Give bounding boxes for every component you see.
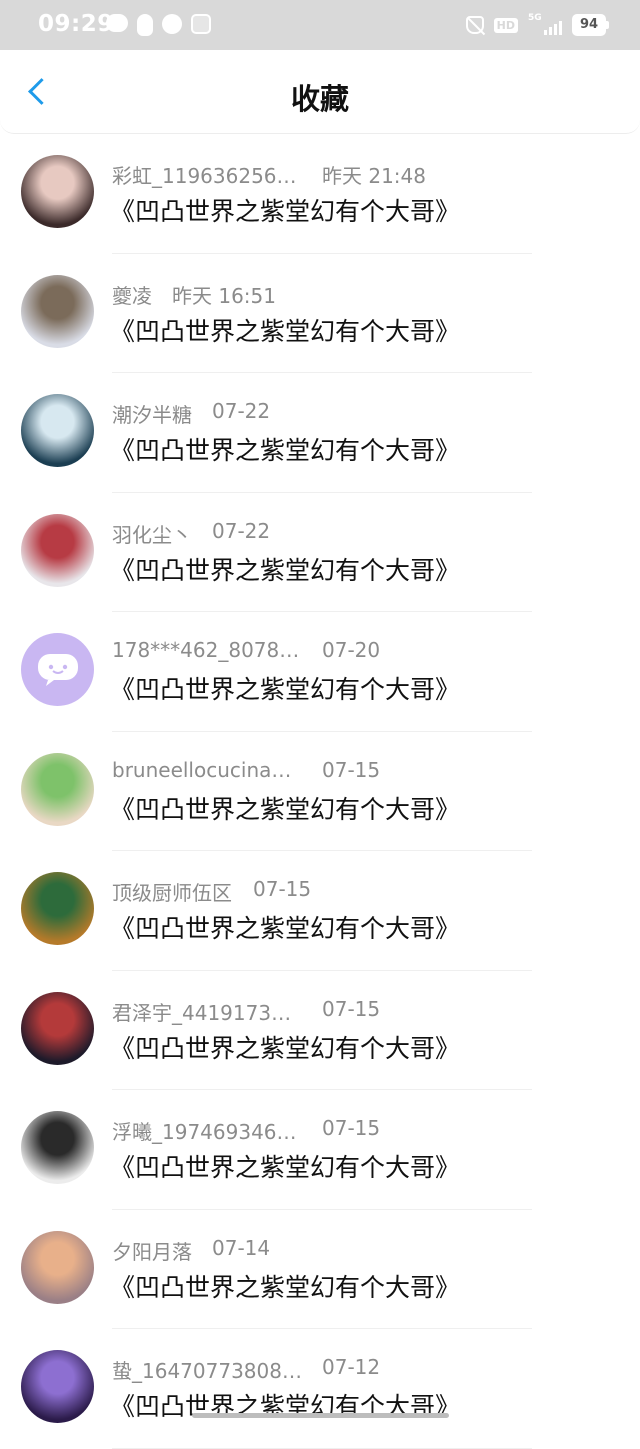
avatar[interactable] [21, 1230, 94, 1304]
avatar[interactable] [21, 513, 94, 587]
avatar[interactable] [21, 752, 94, 826]
item-meta: 夕阳月落 07-14 [112, 1235, 632, 1265]
item-title[interactable]: 《凹凸世界之紫堂幻有个大哥》 [110, 1148, 460, 1184]
item-meta: 夔凌 昨天 16:51 [112, 280, 632, 309]
item-meta: 顶级厨师伍区 07-15 [112, 877, 632, 906]
page-title: 收藏 [290, 82, 349, 116]
list-item[interactable]: 潮汐半糖 07-22 《凹凸世界之紫堂幻有个大哥》 [0, 373, 640, 493]
status-right: HD 5G 94 [465, 13, 609, 36]
qq-icon [137, 14, 153, 36]
item-meta: 178***462_8078… 07-20 [112, 638, 632, 664]
item-title[interactable]: 《凹凸世界之紫堂幻有个大哥》 [110, 1029, 460, 1065]
list-item[interactable]: 浮曦_197469346… 07-15 《凹凸世界之紫堂幻有个大哥》 [0, 1090, 640, 1210]
list-item[interactable]: 君泽宇_4419173… 07-15 《凹凸世界之紫堂幻有个大哥》 [0, 971, 640, 1090]
timestamp: 07-15 [322, 1116, 381, 1140]
user-name[interactable]: 顶级厨师伍区 [112, 877, 232, 906]
item-meta: 彩虹_119636256… 昨天 21:48 [112, 160, 632, 189]
default-avatar-icon [37, 653, 78, 686]
avatar[interactable] [21, 1350, 94, 1423]
avatar[interactable] [21, 394, 94, 467]
item-meta: bruneellocucina… 07-15 [112, 758, 632, 784]
list-item[interactable]: 彩虹_119636256… 昨天 21:48 《凹凸世界之紫堂幻有个大哥》 [0, 134, 640, 254]
compass-icon [162, 14, 182, 34]
network-type: 5G [528, 13, 542, 23]
user-name[interactable]: 夕阳月落 [112, 1236, 192, 1265]
user-name[interactable]: 羽化尘丶 [112, 519, 192, 548]
timestamp: 07-20 [322, 638, 381, 662]
item-meta: 蛰_16470773808… 07-12 [112, 1355, 632, 1384]
user-name[interactable]: 蛰_16470773808… [112, 1355, 302, 1384]
divider [112, 1447, 532, 1449]
favorites-list: 彩虹_119636256… 昨天 21:48 《凹凸世界之紫堂幻有个大哥》 夔凌 昨天 … [0, 134, 640, 1449]
timestamp: 07-22 [212, 399, 271, 423]
user-name[interactable]: 彩虹_119636256… [112, 160, 297, 189]
user-name[interactable]: 178***462_8078… [112, 638, 299, 662]
timestamp: 07-15 [322, 757, 381, 782]
wechat-icon [106, 14, 128, 32]
user-name[interactable]: bruneellocucina… [112, 758, 291, 782]
list-item[interactable]: bruneellocucina… 07-15 《凹凸世界之紫堂幻有个大哥》 [0, 732, 640, 851]
header: 收藏 [0, 50, 640, 134]
item-title[interactable]: 《凹凸世界之紫堂幻有个大哥》 [110, 431, 460, 467]
list-item[interactable]: 蛰_16470773808… 07-12 《凹凸世界之紫堂幻有个大哥》 [0, 1329, 640, 1449]
list-item[interactable]: 夔凌 昨天 16:51 《凹凸世界之紫堂幻有个大哥》 [0, 254, 640, 373]
item-title[interactable]: 《凹凸世界之紫堂幻有个大哥》 [110, 312, 460, 348]
item-title[interactable]: 《凹凸世界之紫堂幻有个大哥》 [110, 192, 460, 228]
user-name[interactable]: 君泽宇_4419173… [112, 997, 291, 1026]
avatar[interactable] [21, 1111, 94, 1184]
status-time: 09:29 [38, 11, 114, 37]
item-title[interactable]: 《凹凸世界之紫堂幻有个大哥》 [110, 670, 460, 706]
notification-icons [106, 14, 211, 36]
item-meta: 羽化尘丶 07-22 [112, 518, 632, 548]
item-meta: 浮曦_197469346… 07-15 [112, 1116, 632, 1145]
timestamp: 07-15 [322, 996, 381, 1021]
item-title[interactable]: 《凹凸世界之紫堂幻有个大哥》 [110, 909, 460, 945]
avatar[interactable] [21, 155, 94, 228]
status-bar: 09:29 HD 5G 94 [0, 0, 640, 50]
user-name[interactable]: 浮曦_197469346… [112, 1116, 297, 1145]
timestamp: 昨天 16:51 [172, 283, 276, 308]
signal-icon: 5G [528, 13, 562, 35]
hd-badge: HD [493, 17, 518, 33]
item-title[interactable]: 《凹凸世界之紫堂幻有个大哥》 [110, 551, 460, 587]
battery-icon: 94 [572, 14, 609, 36]
list-item[interactable]: 夕阳月落 07-14 《凹凸世界之紫堂幻有个大哥》 [0, 1210, 640, 1329]
mute-icon [465, 16, 484, 34]
item-meta: 潮汐半糖 07-22 [112, 399, 632, 428]
user-name[interactable]: 潮汐半糖 [112, 399, 192, 428]
avatar[interactable] [21, 633, 94, 706]
timestamp: 07-15 [253, 877, 312, 901]
home-indicator[interactable] [192, 1413, 449, 1418]
item-title[interactable]: 《凹凸世界之紫堂幻有个大哥》 [110, 1268, 460, 1304]
avatar[interactable] [21, 991, 94, 1065]
item-meta: 君泽宇_4419173… 07-15 [112, 996, 632, 1026]
list-item[interactable]: 178***462_8078… 07-20 《凹凸世界之紫堂幻有个大哥》 [0, 612, 640, 732]
avatar[interactable] [21, 872, 94, 945]
timestamp: 昨天 21:48 [322, 164, 426, 188]
user-name[interactable]: 夔凌 [112, 280, 152, 309]
item-title[interactable]: 《凹凸世界之紫堂幻有个大哥》 [110, 790, 460, 826]
timestamp: 07-12 [322, 1355, 381, 1379]
list-item[interactable]: 羽化尘丶 07-22 《凹凸世界之紫堂幻有个大哥》 [0, 493, 640, 612]
avatar[interactable] [21, 274, 94, 348]
timestamp: 07-14 [212, 1235, 271, 1260]
timestamp: 07-22 [212, 518, 271, 543]
app-icon [191, 14, 211, 34]
list-item[interactable]: 顶级厨师伍区 07-15 《凹凸世界之紫堂幻有个大哥》 [0, 851, 640, 971]
